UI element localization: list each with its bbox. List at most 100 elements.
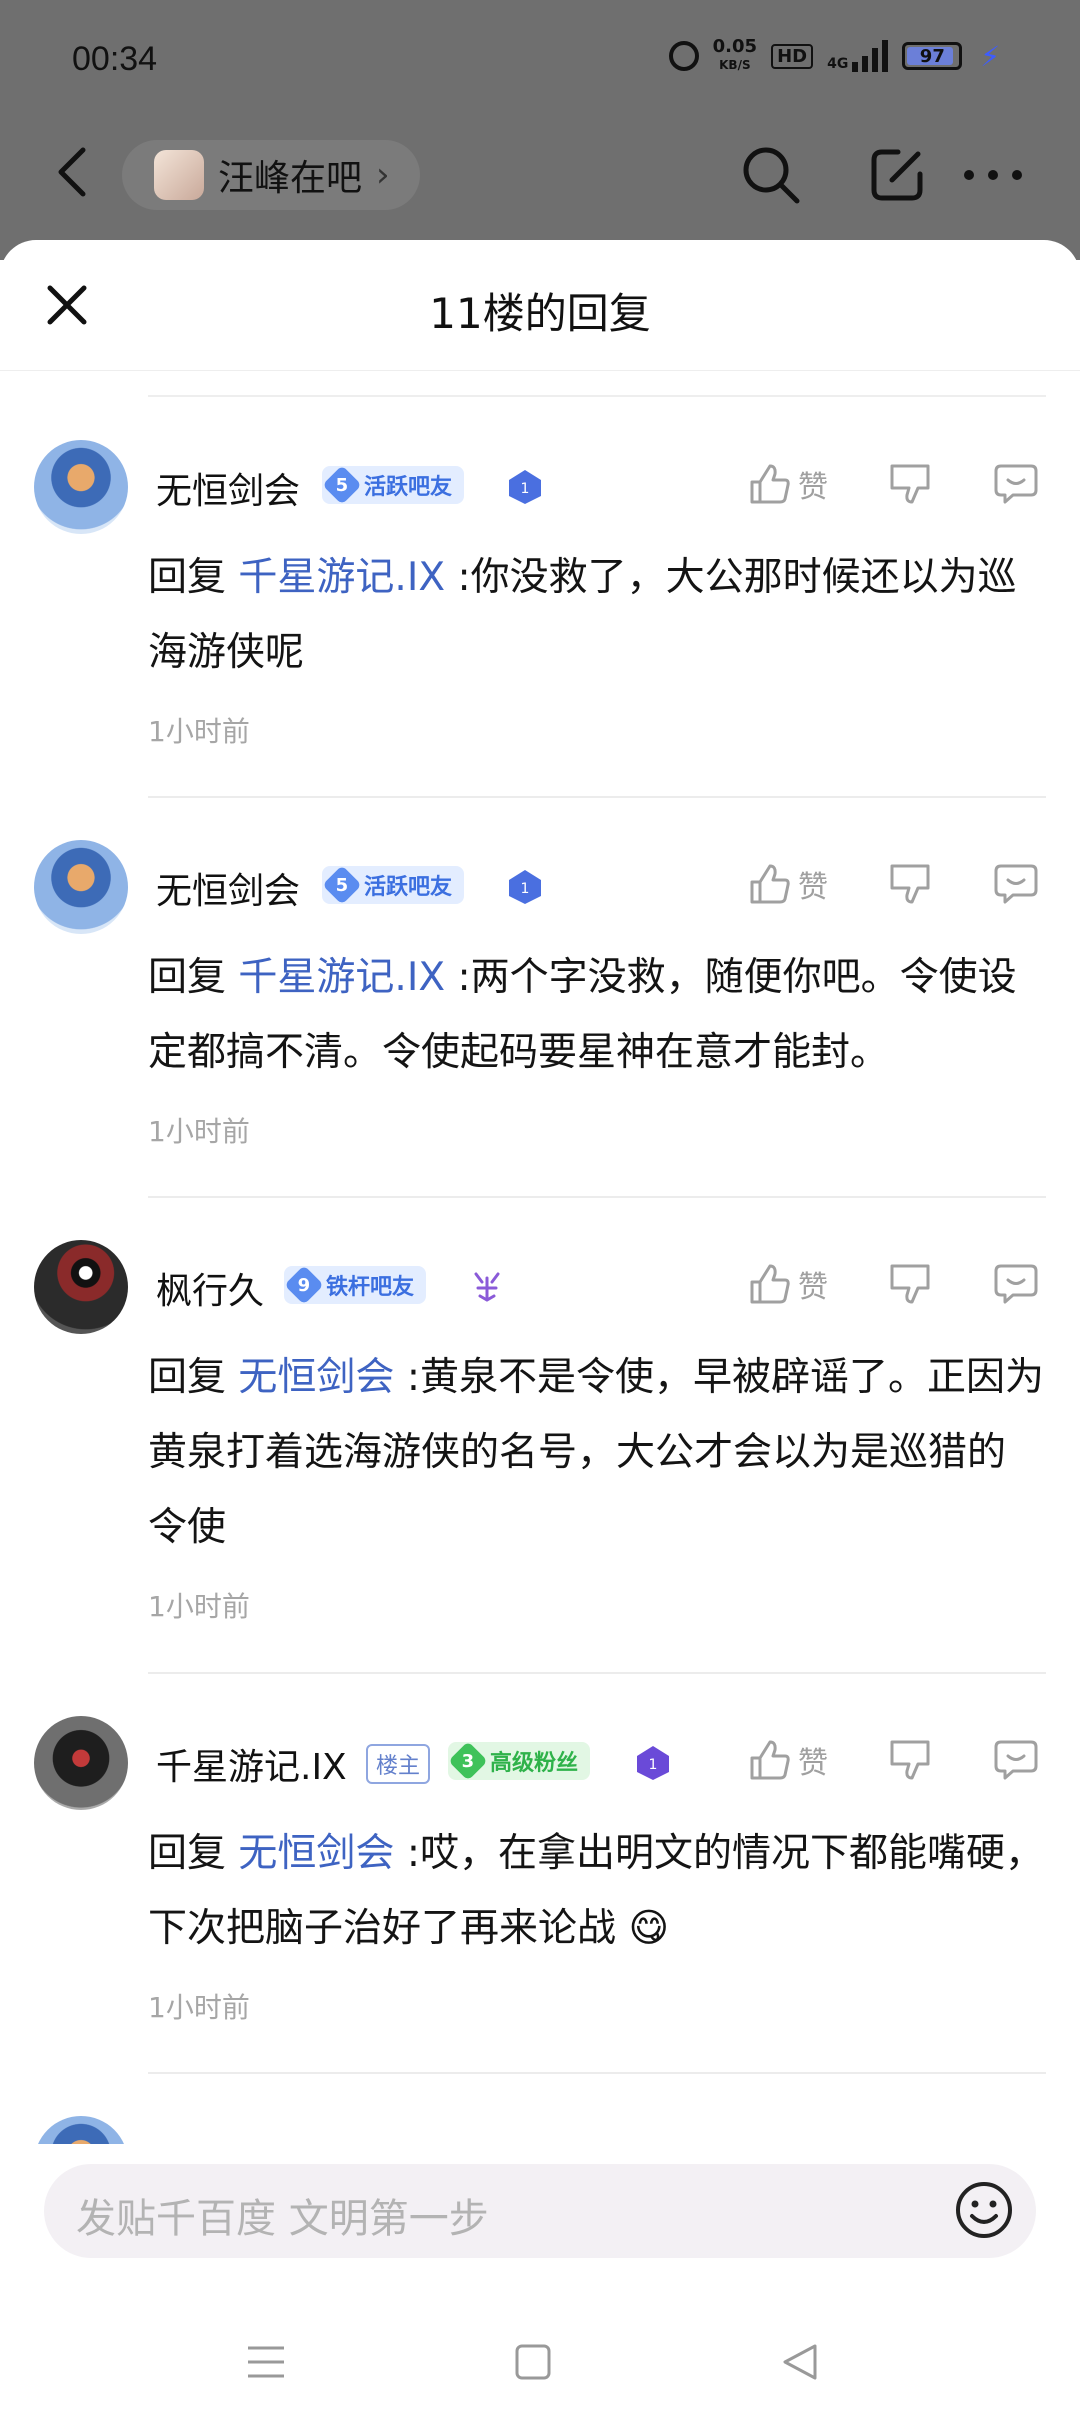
reply-target-link[interactable]: 无恒剑会 xyxy=(238,1355,394,1400)
back-button[interactable] xyxy=(42,142,102,202)
like-label: 赞 xyxy=(798,870,828,905)
reply-text: 回复 千星游记.IX :你没救了，大公那时候还以为巡海游侠呢 xyxy=(148,540,1044,690)
charging-icon: ⚡ xyxy=(980,39,1000,73)
like-label: 赞 xyxy=(798,1270,828,1305)
net-speed-unit: KB/S xyxy=(719,58,751,72)
reply-time: 1小时前 xyxy=(148,715,250,748)
dislike-button[interactable] xyxy=(886,1260,934,1308)
comment-icon xyxy=(994,864,1038,904)
comment-button[interactable] xyxy=(992,1736,1040,1784)
like-button[interactable]: 赞 xyxy=(748,462,828,506)
reply-prefix: 回复 xyxy=(148,955,227,1000)
level-number: 9 xyxy=(297,1274,311,1296)
forum-pill[interactable]: 汪峰在吧 › xyxy=(122,140,420,210)
sheet-title: 11楼的回复 xyxy=(429,289,651,338)
system-nav-bar xyxy=(0,2312,1080,2412)
more-button[interactable] xyxy=(958,140,1028,210)
level-number: 5 xyxy=(335,874,349,896)
level-badge: 9 铁杆吧友 xyxy=(284,1265,427,1305)
battery-icon: 97 xyxy=(902,42,963,70)
reply-prefix: 回复 xyxy=(148,1355,227,1400)
status-icons: 0.05 KB/S HD 4G 97 ⚡ xyxy=(668,38,1000,74)
divider xyxy=(148,1672,1046,1674)
dislike-button[interactable] xyxy=(886,860,934,908)
back-nav-button[interactable] xyxy=(770,2332,830,2392)
owner-tag: 楼主 xyxy=(366,1744,431,1784)
medal-icon: 1 xyxy=(509,470,541,504)
svg-text:1: 1 xyxy=(649,1757,658,1773)
thumbs-down-icon xyxy=(890,1740,930,1780)
svg-text:1: 1 xyxy=(521,881,530,897)
menu-button[interactable] xyxy=(236,2332,296,2392)
medal-icon xyxy=(474,1272,500,1302)
edit-icon xyxy=(871,149,923,201)
home-square-icon xyxy=(515,2344,551,2380)
signal-icon: 4G xyxy=(827,40,889,72)
reply-actions: 赞 xyxy=(748,1260,1040,1308)
chevron-right-icon: › xyxy=(376,155,390,195)
forum-navbar: 汪峰在吧 › xyxy=(0,120,1080,230)
medal-icon: 1 xyxy=(637,1746,669,1780)
emoji-button[interactable] xyxy=(954,2180,1014,2240)
reply-time: 1小时前 xyxy=(148,1590,250,1623)
reply-input-placeholder: 发贴千百度 文明第一步 xyxy=(76,2196,489,2242)
thumbs-down-icon xyxy=(890,464,930,504)
svg-text:1: 1 xyxy=(521,481,530,497)
level-number: 5 xyxy=(335,474,349,496)
forum-avatar xyxy=(154,150,204,200)
status-time: 00:34 xyxy=(72,40,158,78)
username[interactable]: 无恒剑会 xyxy=(156,862,300,914)
like-button[interactable]: 赞 xyxy=(748,862,828,906)
reply-time: 1小时前 xyxy=(148,1115,250,1148)
reply-target-link[interactable]: 千星游记.IX xyxy=(238,555,445,600)
avatar[interactable] xyxy=(34,840,128,934)
like-label: 赞 xyxy=(798,470,828,505)
bottom-bar: 发贴千百度 文明第一步 xyxy=(0,2144,1080,2412)
comment-button[interactable] xyxy=(992,860,1040,908)
thumbs-up-icon xyxy=(750,1264,790,1304)
username[interactable]: 枫行久 xyxy=(156,1262,264,1314)
avatar[interactable] xyxy=(34,440,128,534)
reply-prefix: 回复 xyxy=(148,1831,227,1876)
reply-text: 回复 无恒剑会 :黄泉不是令使，早被辟谣了。正因为黄泉打着选海游侠的名号，大公才… xyxy=(148,1340,1044,1565)
thumbs-up-icon xyxy=(750,1740,790,1780)
comment-icon xyxy=(994,1264,1038,1304)
reply-target-link[interactable]: 千星游记.IX xyxy=(238,955,445,1000)
level-badge: 5 活跃吧友 xyxy=(322,865,465,905)
divider xyxy=(148,1196,1046,1198)
badge-label: 铁杆吧友 xyxy=(326,1275,415,1300)
search-icon xyxy=(743,147,800,204)
like-button[interactable]: 赞 xyxy=(748,1738,828,1782)
alarm-icon xyxy=(668,41,699,71)
back-arrow-icon xyxy=(58,147,86,197)
hd-icon: HD xyxy=(771,43,814,69)
thumbs-down-icon xyxy=(890,1264,930,1304)
badge-label: 高级粉丝 xyxy=(490,1751,579,1776)
comment-button[interactable] xyxy=(992,460,1040,508)
thumbs-up-icon xyxy=(750,864,790,904)
like-button[interactable]: 赞 xyxy=(748,1262,828,1306)
reply-target-link[interactable]: 无恒剑会 xyxy=(238,1831,394,1876)
dislike-button[interactable] xyxy=(886,1736,934,1784)
net-speed: 0.05 KB/S xyxy=(713,38,757,74)
level-badge: 5 活跃吧友 xyxy=(322,465,465,505)
username[interactable]: 千星游记.IX xyxy=(156,1738,347,1790)
avatar[interactable] xyxy=(34,1716,128,1810)
network-type: 4G xyxy=(827,56,849,72)
divider xyxy=(148,395,1046,397)
reply-actions: 赞 xyxy=(748,1736,1040,1784)
username[interactable]: 无恒剑会 xyxy=(156,462,300,514)
dislike-button[interactable] xyxy=(886,460,934,508)
divider xyxy=(148,2072,1046,2074)
level-badge: 3 高级粉丝 xyxy=(448,1741,591,1781)
home-button[interactable] xyxy=(503,2332,563,2392)
reply-input[interactable]: 发贴千百度 文明第一步 xyxy=(44,2164,1036,2258)
comment-button[interactable] xyxy=(992,1260,1040,1308)
search-button[interactable] xyxy=(736,140,806,210)
avatar[interactable] xyxy=(34,1240,128,1334)
comment-icon xyxy=(994,464,1038,504)
sheet-header: 11楼的回复 xyxy=(0,240,1080,371)
reply-actions: 赞 xyxy=(748,460,1040,508)
reply-time: 1小时前 xyxy=(148,1991,250,2024)
compose-button[interactable] xyxy=(862,140,932,210)
